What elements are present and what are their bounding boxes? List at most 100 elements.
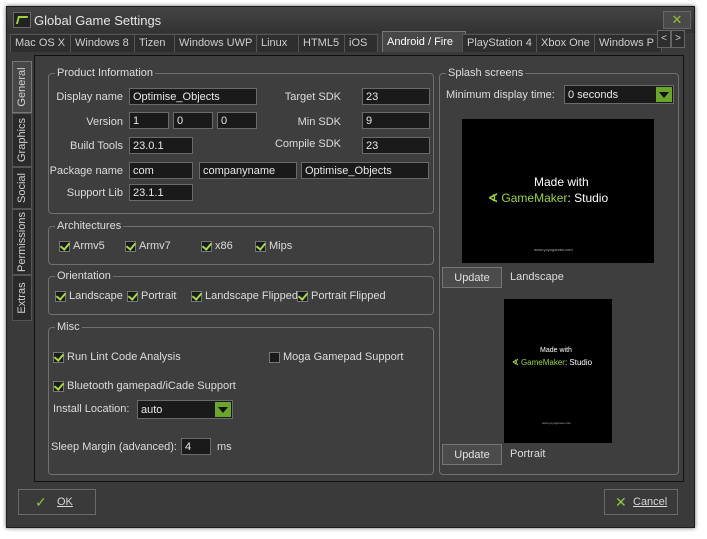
armv5-checkbox[interactable]	[59, 241, 70, 252]
tab-android-fire[interactable]: Android / Fire	[382, 31, 466, 52]
package-company-field[interactable]: companyname	[199, 162, 297, 179]
package-product-field[interactable]: Optimise_Objects	[301, 162, 429, 179]
min-display-time-label: Minimum display time:	[446, 89, 555, 101]
splash-screens-title: Splash screens	[446, 67, 526, 79]
package-name-label: Package name	[49, 165, 123, 177]
build-tools-field[interactable]: 23.0.1	[129, 137, 193, 154]
mips-label: Mips	[269, 240, 293, 252]
gamemaker-logo-icon: ∢	[512, 358, 519, 367]
architectures-group: Architectures Armv5 Armv7 x86 Mips	[48, 220, 434, 265]
tab-mac-os-x[interactable]: Mac OS X	[10, 34, 72, 52]
target-sdk-field[interactable]: 23	[362, 88, 430, 105]
portrait-brand-suffix: : Studio	[564, 358, 593, 367]
sleep-margin-label: Sleep Margin (advanced):	[51, 441, 177, 453]
chevron-down-icon	[656, 87, 672, 102]
landscape-label: Landscape	[510, 271, 564, 283]
landscape-brand-row: ∢ GameMaker: Studio	[488, 191, 608, 205]
support-lib-field[interactable]: 23.1.1	[129, 184, 193, 201]
package-prefix-field[interactable]: com	[129, 162, 193, 179]
tabs-scroll-left-button[interactable]: <	[657, 30, 671, 48]
orientation-title: Orientation	[55, 270, 113, 282]
side-tab-general[interactable]: General	[12, 61, 32, 113]
display-name-field[interactable]: Optimise_Objects	[129, 88, 257, 105]
portrait-brand-row: ∢ GameMaker: Studio	[512, 358, 592, 367]
tab-windows-uwp[interactable]: Windows UWP	[174, 34, 258, 52]
side-tab-permissions[interactable]: Permissions	[12, 209, 32, 275]
tab-html5[interactable]: HTML5	[298, 34, 346, 52]
moga-gamepad-label: Moga Gamepad Support	[283, 351, 404, 363]
build-tools-label: Build Tools	[70, 140, 123, 152]
min-display-time-dropdown[interactable]: 0 seconds	[564, 85, 674, 104]
version-major-field[interactable]: 1	[129, 112, 169, 129]
tab-xbox-one[interactable]: Xbox One	[536, 34, 596, 52]
platform-tab-bar: Mac OS X Windows 8 Tizen Windows UWP Lin…	[10, 31, 681, 53]
armv7-checkbox[interactable]	[125, 241, 136, 252]
splash-screens-group: Splash screens Minimum display time: 0 s…	[439, 67, 679, 475]
portrait-checkbox[interactable]	[127, 291, 138, 302]
close-button[interactable]: ✕	[663, 11, 691, 29]
bluetooth-gamepad-label: Bluetooth gamepad/iCade Support	[67, 380, 236, 392]
landscape-update-button[interactable]: Update	[442, 267, 502, 288]
tab-tizen[interactable]: Tizen	[134, 34, 176, 52]
tab-linux[interactable]: Linux	[256, 34, 300, 52]
side-tab-graphics[interactable]: Graphics	[12, 113, 32, 167]
install-location-dropdown[interactable]: auto	[137, 400, 233, 419]
side-tab-permissions-label: Permissions	[16, 212, 28, 272]
bluetooth-gamepad-checkbox[interactable]	[53, 381, 64, 392]
landscape-brand-text: GameMaker	[501, 191, 568, 205]
product-information-group: Product Information Display name Optimis…	[48, 67, 434, 214]
sleep-margin-field[interactable]: 4	[181, 438, 211, 455]
misc-group: Misc Run Lint Code Analysis Moga Gamepad…	[48, 321, 434, 475]
x86-label: x86	[215, 240, 233, 252]
side-tab-general-label: General	[16, 67, 28, 107]
compile-sdk-field[interactable]: 23	[362, 137, 430, 154]
misc-title: Misc	[55, 321, 82, 333]
tab-playstation-4[interactable]: PlayStation 4	[462, 34, 542, 52]
side-tab-social[interactable]: Social	[12, 167, 32, 209]
min-sdk-field[interactable]: 9	[362, 112, 430, 129]
landscape-label: Landscape	[69, 290, 123, 302]
sleep-margin-unit: ms	[217, 441, 232, 453]
landscape-flipped-checkbox[interactable]	[191, 291, 202, 302]
window-title: Global Game Settings	[34, 13, 162, 28]
target-sdk-label: Target SDK	[284, 91, 341, 103]
moga-gamepad-checkbox[interactable]	[269, 352, 280, 363]
ok-button[interactable]: ✓ OK	[18, 489, 96, 515]
side-tab-extras-label: Extras	[16, 282, 28, 314]
min-display-time-value: 0 seconds	[568, 89, 619, 101]
portrait-flipped-label: Portrait Flipped	[311, 290, 386, 302]
side-tab-extras[interactable]: Extras	[12, 275, 32, 321]
ok-button-label: OK	[57, 496, 73, 508]
portrait-label: Portrait	[141, 290, 177, 302]
chevron-down-icon	[215, 402, 231, 417]
install-location-value: auto	[141, 404, 163, 416]
cancel-x-icon: ✕	[615, 494, 627, 510]
landscape-splash-image: Made with ∢ GameMaker: Studio www.yoyoga…	[462, 119, 654, 263]
cancel-button-label: Cancel	[633, 496, 668, 508]
gamemaker-logo-icon: ∢	[488, 191, 499, 205]
portrait-update-button[interactable]: Update	[442, 444, 502, 465]
checkmark-icon: ✓	[35, 494, 47, 510]
landscape-checkbox[interactable]	[55, 291, 66, 302]
run-lint-checkbox[interactable]	[53, 352, 64, 363]
title-bar: Global Game Settings ✕	[7, 7, 694, 33]
landscape-brand-suffix: : Studio	[567, 191, 609, 205]
tab-ios[interactable]: iOS	[344, 34, 378, 52]
general-settings-panel: Product Information Display name Optimis…	[34, 55, 684, 482]
tab-windows-phone[interactable]: Windows P	[594, 34, 662, 52]
display-name-label: Display name	[56, 91, 123, 103]
x86-checkbox[interactable]	[201, 241, 212, 252]
mips-checkbox[interactable]	[255, 241, 266, 252]
install-location-label: Install Location:	[53, 403, 130, 415]
cancel-button[interactable]: ✕ Cancel	[604, 489, 678, 515]
product-information-title: Product Information	[55, 67, 155, 79]
version-label: Version	[86, 116, 123, 128]
tab-windows-8[interactable]: Windows 8	[70, 34, 136, 52]
side-tab-graphics-label: Graphics	[16, 117, 28, 163]
portrait-flipped-checkbox[interactable]	[297, 291, 308, 302]
version-patch-field[interactable]: 0	[217, 112, 257, 129]
portrait-tiny-text: www.yoyogames.com	[542, 421, 572, 425]
version-minor-field[interactable]: 0	[173, 112, 213, 129]
tabs-scroll-right-button[interactable]: >	[671, 30, 685, 48]
run-lint-label: Run Lint Code Analysis	[67, 351, 181, 363]
